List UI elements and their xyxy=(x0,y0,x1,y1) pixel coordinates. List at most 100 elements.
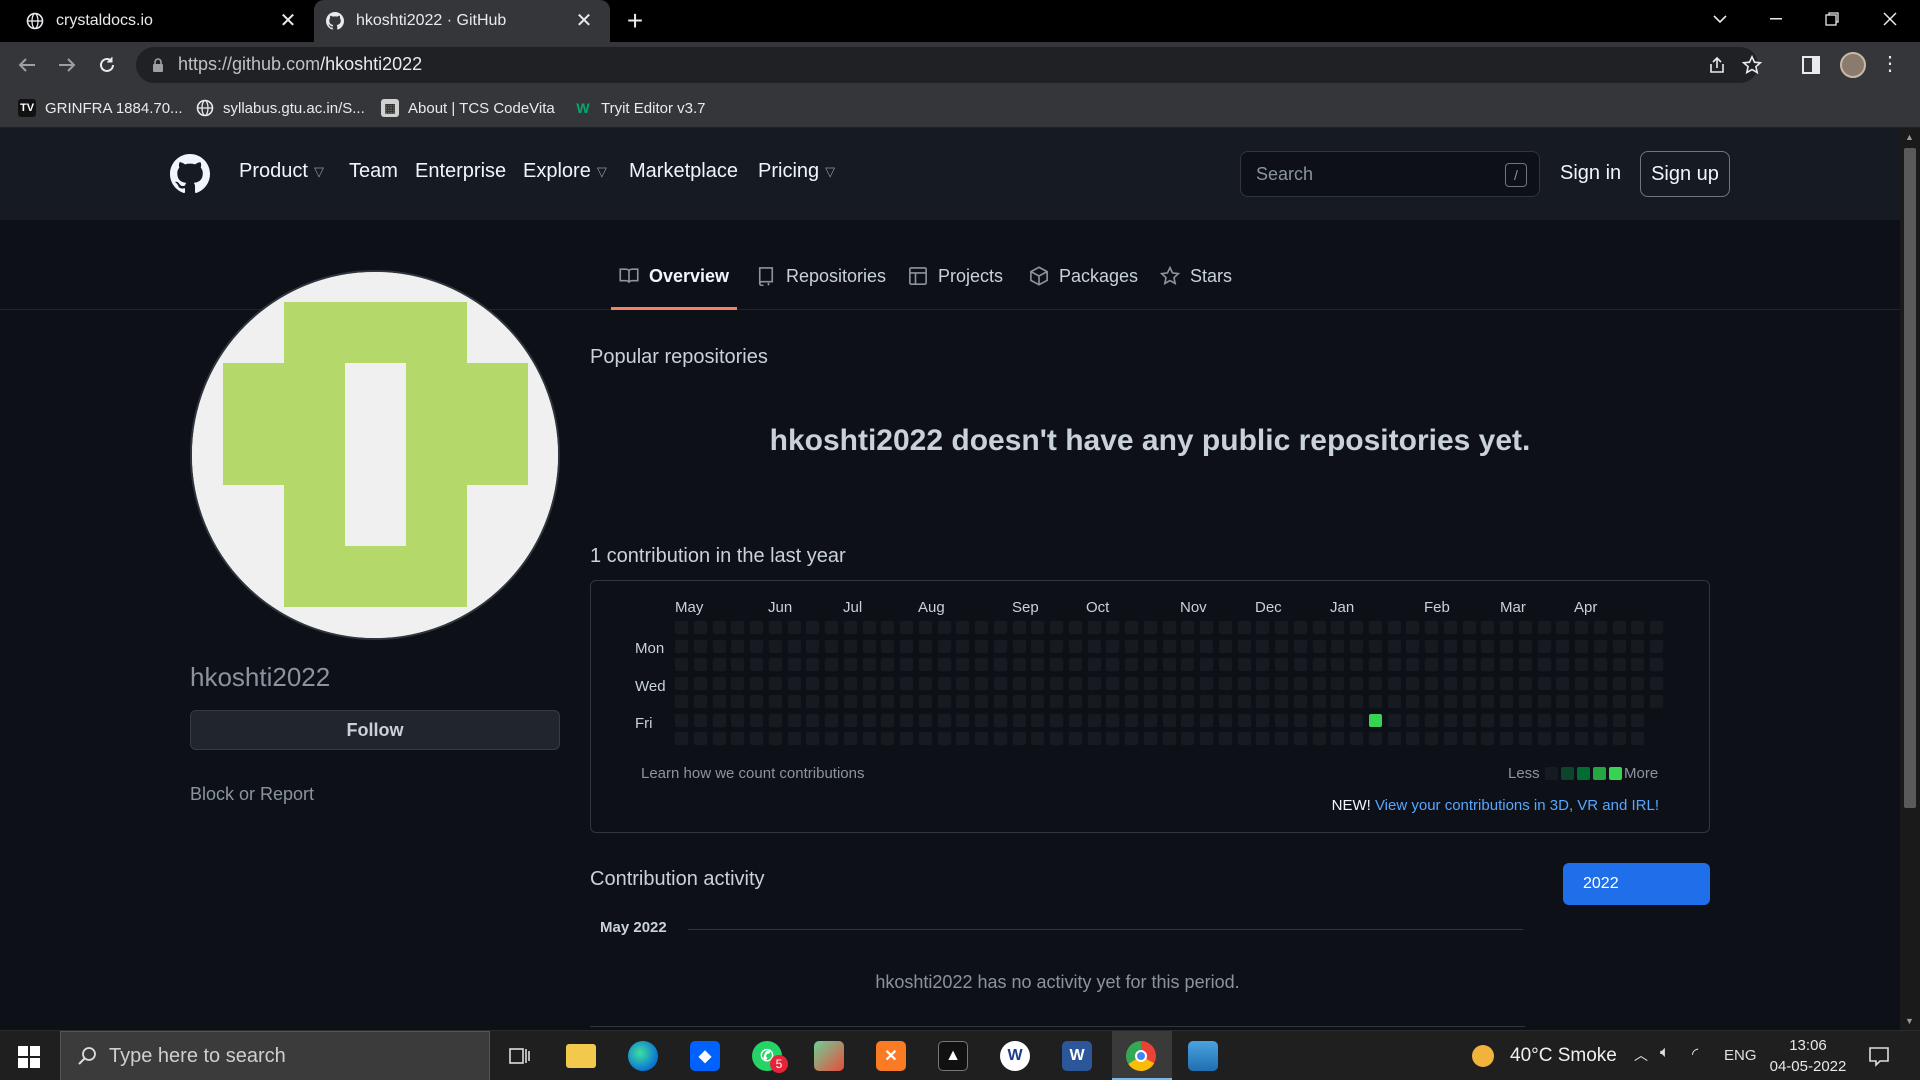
contribution-day-cell[interactable] xyxy=(1199,675,1214,691)
contribution-day-cell[interactable] xyxy=(1574,675,1589,691)
contribution-day-cell[interactable] xyxy=(880,657,896,672)
contribution-day-cell[interactable] xyxy=(674,657,689,672)
contribution-day-cell[interactable] xyxy=(1480,620,1496,635)
contribution-day-cell[interactable] xyxy=(842,620,858,635)
contribution-day-cell[interactable] xyxy=(936,620,952,635)
contribution-day-cell[interactable] xyxy=(1011,731,1027,746)
contribution-day-cell[interactable] xyxy=(1011,712,1027,728)
whatsapp-icon[interactable]: ✆ 5 xyxy=(748,1037,788,1075)
contribution-day-cell[interactable] xyxy=(1105,620,1121,635)
contribution-day-cell[interactable] xyxy=(1199,694,1214,709)
contribution-day-cell[interactable] xyxy=(1611,731,1627,746)
nav-marketplace[interactable]: Marketplace xyxy=(629,160,738,183)
contribution-day-cell[interactable] xyxy=(1255,657,1271,672)
contribution-day-cell[interactable] xyxy=(1030,694,1046,709)
contribution-day-cell[interactable] xyxy=(1049,694,1064,709)
contribution-day-cell[interactable] xyxy=(1217,657,1233,672)
contribution-day-cell[interactable] xyxy=(1386,638,1402,654)
bookmark-syllabus[interactable]: syllabus.gtu.ac.in/S... xyxy=(196,88,365,128)
contribution-day-cell[interactable] xyxy=(992,638,1008,654)
contribution-day-cell[interactable] xyxy=(1274,694,1289,709)
contribution-day-cell[interactable] xyxy=(1067,620,1083,635)
contribution-day-cell[interactable] xyxy=(1236,694,1252,709)
contribution-day-cell[interactable] xyxy=(1274,620,1289,635)
minimize-icon[interactable] xyxy=(1748,0,1804,38)
nav-explore[interactable]: Explore ▽ xyxy=(523,160,607,183)
contribution-day-cell[interactable] xyxy=(1480,638,1496,654)
contribution-day-cell[interactable] xyxy=(711,712,727,728)
contribution-day-cell[interactable] xyxy=(1442,712,1458,728)
contribution-day-cell[interactable] xyxy=(1424,694,1439,709)
close-tab-icon[interactable]: ✕ xyxy=(276,9,300,33)
contribution-day-cell[interactable] xyxy=(674,694,689,709)
contribution-day-cell[interactable] xyxy=(899,657,914,672)
contribution-day-cell[interactable] xyxy=(1442,694,1458,709)
contribution-day-cell[interactable] xyxy=(1030,712,1046,728)
contribution-day-cell[interactable] xyxy=(749,657,764,672)
contribution-day-cell[interactable] xyxy=(824,675,839,691)
contribution-day-cell[interactable] xyxy=(1067,638,1083,654)
contribution-day-cell[interactable] xyxy=(917,657,933,672)
contribution-day-cell[interactable] xyxy=(1142,620,1158,635)
contribution-day-cell[interactable] xyxy=(1011,620,1027,635)
reload-icon[interactable] xyxy=(90,48,124,82)
tab-repositories[interactable]: Repositories xyxy=(756,266,886,310)
contribution-day-cell[interactable] xyxy=(1367,712,1383,728)
restore-icon[interactable] xyxy=(1804,0,1860,38)
contribution-day-cell[interactable] xyxy=(767,657,783,672)
contribution-day-cell[interactable] xyxy=(1574,638,1589,654)
contribution-day-cell[interactable] xyxy=(880,675,896,691)
contribution-day-cell[interactable] xyxy=(1461,731,1477,746)
contribution-day-cell[interactable] xyxy=(899,620,914,635)
contribution-day-cell[interactable] xyxy=(861,731,877,746)
sign-up-button[interactable]: Sign up xyxy=(1640,151,1730,197)
menu-icon[interactable]: ⋮ xyxy=(1880,52,1900,78)
contribution-day-cell[interactable] xyxy=(1236,638,1252,654)
contribution-day-cell[interactable] xyxy=(1199,731,1214,746)
contribution-day-cell[interactable] xyxy=(1517,712,1533,728)
contribution-day-cell[interactable] xyxy=(936,657,952,672)
contribution-day-cell[interactable] xyxy=(861,694,877,709)
task-view-icon[interactable] xyxy=(501,1037,539,1075)
edge-icon[interactable] xyxy=(624,1037,662,1075)
contribution-day-cell[interactable] xyxy=(1274,675,1289,691)
contribution-day-cell[interactable] xyxy=(1199,712,1214,728)
contribution-day-cell[interactable] xyxy=(1330,657,1346,672)
contribution-day-cell[interactable] xyxy=(1086,694,1102,709)
contribution-day-cell[interactable] xyxy=(1517,675,1533,691)
contribution-day-cell[interactable] xyxy=(1461,694,1477,709)
contribution-day-cell[interactable] xyxy=(1142,712,1158,728)
back-icon[interactable] xyxy=(10,48,44,82)
contribution-day-cell[interactable] xyxy=(1255,675,1271,691)
contribution-day-cell[interactable] xyxy=(992,731,1008,746)
contribution-day-cell[interactable] xyxy=(730,657,746,672)
contribution-day-cell[interactable] xyxy=(1199,620,1214,635)
tab-packages[interactable]: Packages xyxy=(1029,266,1138,310)
contribution-day-cell[interactable] xyxy=(1180,657,1196,672)
contribution-day-cell[interactable] xyxy=(1292,638,1308,654)
contribution-day-cell[interactable] xyxy=(730,694,746,709)
bookmark-codevita[interactable]: ▦ About | TCS CodeVita xyxy=(381,88,555,128)
contribution-day-cell[interactable] xyxy=(842,731,858,746)
forward-icon[interactable] xyxy=(50,48,84,82)
contribution-day-cell[interactable] xyxy=(842,675,858,691)
contribution-day-cell[interactable] xyxy=(1367,638,1383,654)
contribution-day-cell[interactable] xyxy=(1367,657,1383,672)
contribution-day-cell[interactable] xyxy=(1105,731,1121,746)
contribution-day-cell[interactable] xyxy=(1386,712,1402,728)
contribution-day-cell[interactable] xyxy=(1049,675,1064,691)
contribution-day-cell[interactable] xyxy=(1330,675,1346,691)
file-explorer-icon[interactable] xyxy=(562,1037,600,1075)
contribution-day-cell[interactable] xyxy=(1555,694,1571,709)
contribution-day-cell[interactable] xyxy=(692,731,708,746)
contribution-day-cell[interactable] xyxy=(692,694,708,709)
contribution-day-cell[interactable] xyxy=(1311,731,1327,746)
contribution-day-cell[interactable] xyxy=(692,657,708,672)
taskbar-search-box[interactable]: Type here to search xyxy=(60,1031,490,1080)
contribution-day-cell[interactable] xyxy=(861,638,877,654)
contribution-day-cell[interactable] xyxy=(824,731,839,746)
contribution-day-cell[interactable] xyxy=(1292,712,1308,728)
contribution-day-cell[interactable] xyxy=(805,675,821,691)
contribution-day-cell[interactable] xyxy=(1067,694,1083,709)
contribution-day-cell[interactable] xyxy=(899,694,914,709)
